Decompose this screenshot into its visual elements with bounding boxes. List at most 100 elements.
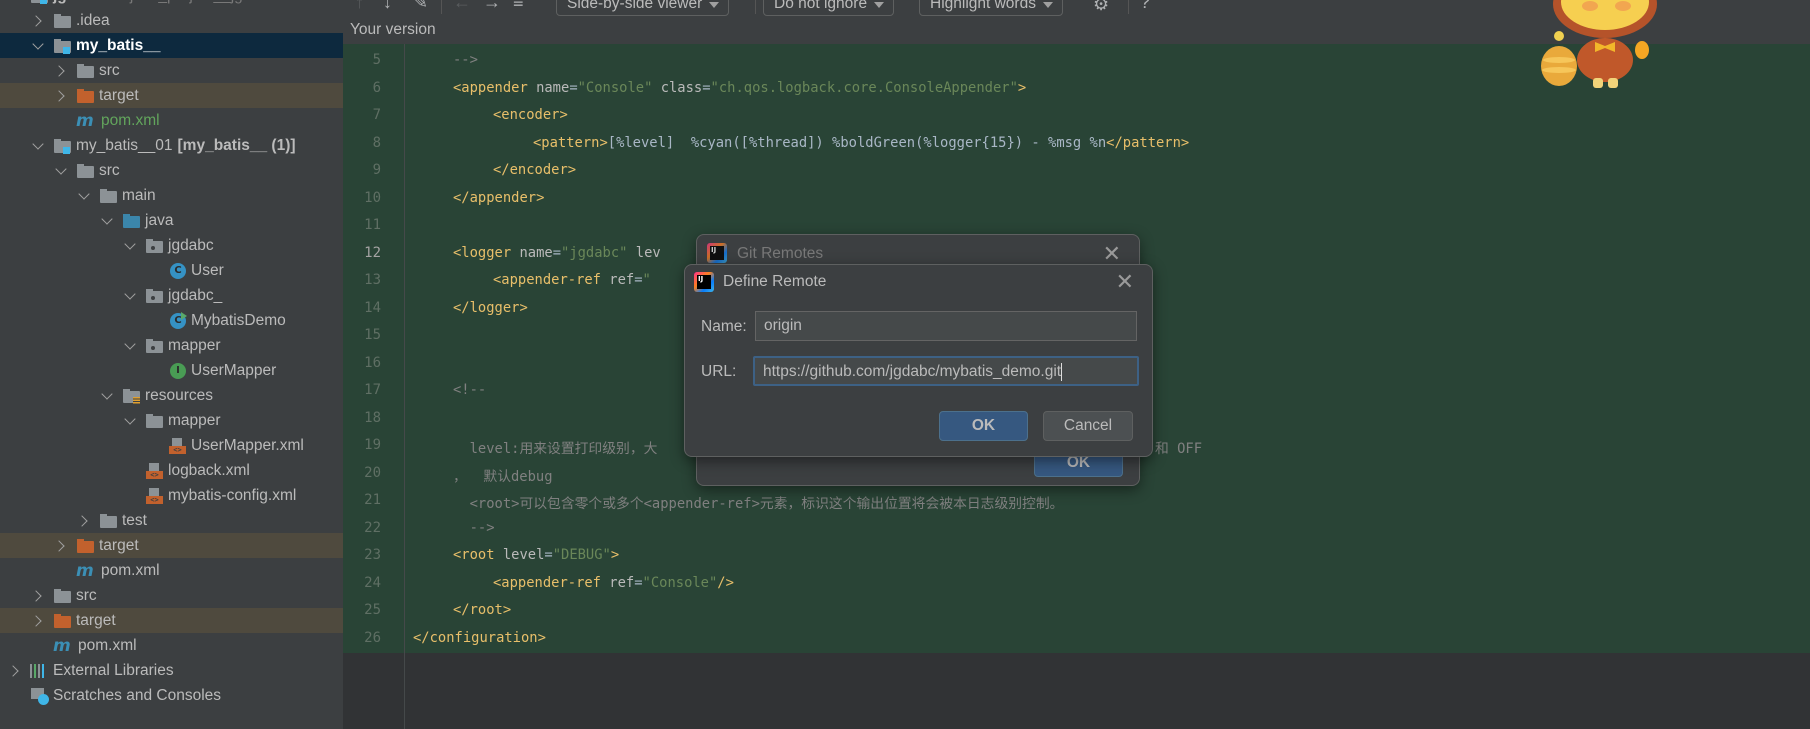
tree-item[interactable]: main (0, 183, 343, 208)
viewer-mode-dropdown[interactable]: Side-by-side viewer (556, 0, 730, 16)
code-line[interactable]: ， 默认debug (453, 465, 553, 485)
xml-attribute: class (652, 79, 703, 96)
tree-item-label: pom.xml (78, 636, 137, 654)
tree-item[interactable]: UserMapper.xml (0, 433, 343, 458)
tree-item[interactable]: .idea (0, 8, 343, 33)
next-difference-icon[interactable]: ↓ (383, 0, 392, 13)
tree-item[interactable]: target (0, 83, 343, 108)
xml-attribute: ref (600, 272, 635, 288)
code-line[interactable]: <pattern>[%level] %cyan([%thread]) %bold… (533, 135, 1189, 151)
chevron-down-icon[interactable] (123, 239, 137, 253)
tree-item-label: jgdabcE:\java_project__jgdabc (53, 0, 276, 5)
tree-item[interactable]: m pom.xml (0, 108, 343, 133)
tree-item[interactable]: mapper (0, 408, 343, 433)
chevron-down-icon[interactable] (54, 164, 68, 178)
highlight-dropdown[interactable]: Highlight words (919, 0, 1063, 16)
tree-item[interactable]: my_batis__01 [my_batis__ (1)] (0, 133, 343, 158)
tree-item[interactable]: java (0, 208, 343, 233)
code-line[interactable]: <appender-ref ref=" (493, 272, 651, 288)
chevron-right-icon[interactable] (8, 664, 22, 678)
chevron-down-icon[interactable] (31, 39, 45, 53)
tree-item[interactable]: jgdabcE:\java_project__jgdabc (0, 0, 343, 8)
chevron-right-icon[interactable] (77, 514, 91, 528)
whitespace-dropdown[interactable]: Do not ignore (763, 0, 895, 16)
code-line[interactable]: <root>可以包含零个或多个<appender-ref>元素，标识这个输出位置… (453, 492, 1064, 512)
code-line[interactable]: </root> (453, 602, 511, 618)
tree-item[interactable]: External Libraries (0, 658, 343, 683)
tree-item[interactable]: mybatis-config.xml (0, 483, 343, 508)
text: [%level] %cyan([%thread]) %boldGreen(%lo… (607, 134, 1107, 151)
chevron-down-icon[interactable] (100, 389, 114, 403)
tree-item[interactable]: m pom.xml (0, 633, 343, 658)
tree-item[interactable]: src (0, 158, 343, 183)
tree-item[interactable]: resources (0, 383, 343, 408)
list-changes-icon[interactable]: ≡ (513, 0, 524, 13)
code-line[interactable]: <root level="DEBUG"> (453, 547, 619, 563)
code-line[interactable]: <logger name="jgdabc" lev (453, 245, 661, 261)
dialog-title: Git Remotes (737, 245, 824, 262)
code-line[interactable]: <encoder> (493, 107, 568, 123)
tree-item[interactable]: mapper (0, 333, 343, 358)
xml-attribute: lev (627, 244, 661, 261)
chevron-right-icon[interactable] (54, 539, 68, 553)
folder-icon (122, 213, 141, 229)
prev-difference-icon[interactable]: ↑ (355, 0, 364, 13)
help-icon[interactable]: ? (1140, 0, 1150, 13)
chevron-down-icon[interactable] (31, 139, 45, 153)
tree-item[interactable]: target (0, 608, 343, 633)
code-line[interactable]: </configuration> (413, 630, 546, 646)
code-line[interactable]: <appender-ref ref="Console"/> (493, 575, 734, 591)
tree-item[interactable]: jgdabc_ (0, 283, 343, 308)
chevron-right-icon[interactable] (31, 614, 45, 628)
chevron-down-icon[interactable] (8, 0, 22, 3)
code-line[interactable]: </appender> (453, 190, 544, 206)
class-icon: C (168, 262, 187, 279)
chevron-down-icon[interactable] (123, 339, 137, 353)
tree-item[interactable]: test (0, 508, 343, 533)
tree-item-label: UserMapper.xml (191, 436, 304, 454)
xml-tag: </encoder> (493, 162, 577, 178)
code-line[interactable]: --> (453, 52, 478, 68)
chevron-right-icon[interactable] (54, 64, 68, 78)
tree-item[interactable]: Scratches and Consoles (0, 683, 343, 708)
edit-source-icon[interactable]: ✎ (413, 0, 428, 13)
code-line[interactable]: </logger> (453, 300, 528, 316)
name-input[interactable]: origin (755, 311, 1137, 341)
code-line[interactable]: </encoder> (493, 162, 576, 178)
chevron-down-icon[interactable] (123, 289, 137, 303)
chevron-right-icon[interactable] (54, 89, 68, 103)
tree-item[interactable]: C User (0, 258, 343, 283)
chevron-right-icon[interactable] (31, 14, 45, 28)
ok-button[interactable]: OK (939, 411, 1028, 441)
line-number: 20 (364, 464, 381, 481)
close-icon[interactable]: ✕ (1116, 269, 1134, 295)
code-line[interactable]: --> (453, 520, 495, 536)
tree-item-label: src (99, 61, 120, 79)
chevron-right-icon[interactable] (31, 589, 45, 603)
chevron-down-icon[interactable] (123, 414, 137, 428)
code-line[interactable]: level:用来设置打印级别，大 (453, 437, 658, 457)
url-label: URL: (701, 363, 737, 380)
url-input[interactable]: https://github.com/jgdabc/mybatis_demo.g… (753, 356, 1139, 386)
tree-item[interactable]: my_batis__ (0, 33, 343, 58)
tree-item[interactable]: I UserMapper (0, 358, 343, 383)
tree-item[interactable]: logback.xml (0, 458, 343, 483)
chevron-down-icon[interactable] (77, 189, 91, 203)
code-line[interactable]: <appender name="Console" class="ch.qos.l… (453, 80, 1026, 96)
code-line[interactable]: <!-- (453, 382, 486, 398)
tree-item[interactable]: C MybatisDemo (0, 308, 343, 333)
comment: <!-- (453, 382, 487, 398)
tree-item[interactable]: src (0, 58, 343, 83)
tree-item[interactable]: target (0, 533, 343, 558)
pane-header: Your version (350, 21, 436, 38)
chevron-down-icon[interactable] (100, 214, 114, 228)
back-arrow-icon[interactable]: ← (453, 0, 471, 13)
cancel-button[interactable]: Cancel (1043, 411, 1133, 441)
project-tree[interactable]: jgdabcE:\java_project__jgdabc.ideamy_bat… (0, 0, 343, 729)
gear-icon[interactable]: ⚙ (1093, 0, 1109, 15)
tree-item[interactable]: m pom.xml (0, 558, 343, 583)
tree-item[interactable]: jgdabc (0, 233, 343, 258)
tree-item[interactable]: src (0, 583, 343, 608)
forward-arrow-icon[interactable]: → (483, 0, 501, 13)
